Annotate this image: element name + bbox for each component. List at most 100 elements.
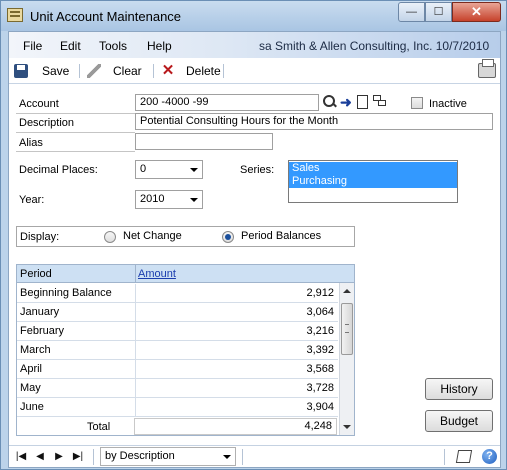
net-change-label[interactable]: Net Change [123,230,182,242]
column-divider [135,303,136,322]
toolbar-divider [223,64,224,78]
amount-cell: 3,568 [306,363,334,375]
menu-edit[interactable]: Edit [60,39,81,53]
amount-cell: 3,216 [306,325,334,337]
delete-label: Delete [186,64,221,78]
period-cell: March [20,344,51,356]
sort-order-dropdown[interactable]: by Description [100,447,236,466]
window-icon [7,8,23,22]
column-divider [135,360,136,379]
amount-cell: 3,904 [306,401,334,413]
grid-header: Period Amount [17,265,354,283]
toolbar-divider [79,64,80,78]
budget-button[interactable]: Budget [425,410,493,432]
account-lookup-icons: ➜ [322,94,386,112]
go-to-arrow-icon[interactable]: ➜ [340,94,354,110]
description-label: Description [19,117,75,129]
toolbar-divider [153,64,154,78]
status-bar: |◀ ◀ ▶ ▶| by Description ? [9,445,500,467]
divider [16,151,135,152]
save-button[interactable]: Save [14,63,69,79]
note-icon[interactable] [455,450,473,463]
total-value: 4,248 [134,418,337,435]
maximize-button[interactable]: ☐ [425,2,452,22]
table-row[interactable]: March 3,392 [17,341,338,360]
save-icon [14,64,28,78]
scroll-thumb[interactable] [341,303,353,355]
column-divider [135,265,136,283]
last-record-button[interactable]: ▶| [71,450,85,464]
series-option-sales[interactable]: Sales [289,162,457,175]
window-client: File Edit Tools Help sa Smith & Allen Co… [8,31,501,468]
total-row: Total 4,248 [16,417,355,437]
amount-cell: 3,064 [306,306,334,318]
period-balances-radio[interactable] [222,231,234,243]
chevron-down-icon [223,455,231,459]
table-row[interactable]: Beginning Balance 2,912 [17,284,338,303]
table-row[interactable]: June 3,904 [17,398,338,417]
decimal-places-label: Decimal Places: [19,164,98,176]
history-button[interactable]: History [425,378,493,400]
alias-label: Alias [19,137,43,149]
lookup-icon[interactable] [322,94,336,110]
next-record-button[interactable]: ▶ [52,450,66,464]
scroll-up-icon[interactable] [343,289,351,293]
net-change-radio[interactable] [104,231,116,243]
decimal-places-value: 0 [140,163,147,175]
period-cell: February [20,325,65,337]
column-divider [135,379,136,398]
close-button[interactable]: ✕ [452,2,501,22]
status-divider [93,449,94,465]
app-window: Unit Account Maintenance — ☐ ✕ File Edit… [0,0,507,470]
sort-order-value: by Description [105,450,175,462]
clear-button[interactable]: Clear [87,63,142,79]
period-cell: June [20,401,44,413]
period-balances-label[interactable]: Period Balances [241,230,321,242]
period-cell: January [20,306,60,318]
minimize-button[interactable]: — [398,2,425,22]
title-bar[interactable]: Unit Account Maintenance — ☐ ✕ [1,1,506,31]
series-label: Series: [240,164,275,176]
grid-scrollbar[interactable] [339,283,354,435]
account-field[interactable]: 200 -4000 -99 [135,94,319,111]
amount-cell: 3,392 [306,344,334,356]
previous-record-button[interactable]: ◀ [33,450,47,464]
first-record-button[interactable]: |◀ [14,450,28,464]
toolbar: Save Clear ✕ Delete [9,58,500,84]
amount-cell: 2,912 [306,287,334,299]
year-dropdown[interactable]: 2010 [135,190,203,209]
amount-column-header[interactable]: Amount [138,268,176,280]
amount-cell: 3,728 [306,382,334,394]
status-divider [444,449,445,465]
year-value: 2010 [140,193,165,205]
chevron-down-icon [190,198,198,202]
menu-bar: File Edit Tools Help sa Smith & Allen Co… [9,32,500,58]
decimal-places-dropdown[interactable]: 0 [135,160,203,179]
series-listbox[interactable]: Sales Purchasing [288,160,458,203]
column-divider [135,284,136,303]
printer-icon[interactable] [478,59,496,78]
chevron-down-icon [190,168,198,172]
note-icon[interactable] [357,95,368,109]
table-row[interactable]: April 3,568 [17,360,338,379]
period-cell: May [20,382,41,394]
help-icon[interactable]: ? [482,449,497,464]
menu-tools[interactable]: Tools [99,39,127,53]
display-group: Display: Net Change Period Balances [16,226,355,247]
period-column-header: Period [20,268,52,280]
column-divider [135,322,136,341]
menu-file[interactable]: File [23,39,42,53]
delete-x-icon: ✕ [161,62,175,79]
alias-field[interactable] [135,133,273,150]
account-tree-icon[interactable] [372,94,386,110]
description-field[interactable]: Potential Consulting Hours for the Month [135,113,493,130]
inactive-checkbox[interactable] [411,97,423,109]
table-row[interactable]: February 3,216 [17,322,338,341]
save-label: Save [42,64,70,78]
table-row[interactable]: May 3,728 [17,379,338,398]
series-option-purchasing[interactable]: Purchasing [289,175,457,188]
divider [16,113,135,114]
menu-help[interactable]: Help [147,39,172,53]
table-row[interactable]: January 3,064 [17,303,338,322]
delete-button[interactable]: ✕ Delete [161,63,221,79]
